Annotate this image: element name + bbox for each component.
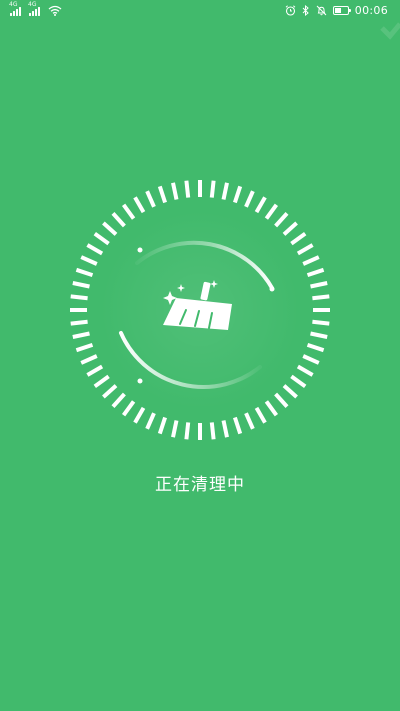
ring-tick xyxy=(157,416,167,435)
cleaning-status-text: 正在清理中 xyxy=(155,475,245,495)
ring-tick xyxy=(72,281,90,289)
ring-tick xyxy=(121,400,136,417)
ring-tick xyxy=(184,180,191,198)
ring-tick xyxy=(233,185,243,204)
ring-tick xyxy=(209,422,216,440)
ring-tick xyxy=(310,281,328,289)
ring-tick xyxy=(264,400,279,417)
ring-tick xyxy=(312,294,330,301)
ring-tick xyxy=(70,319,88,326)
cleaning-animation xyxy=(70,180,330,440)
ring-tick xyxy=(102,384,118,399)
ring-tick xyxy=(86,243,104,256)
ring-tick xyxy=(75,343,94,353)
ring-tick xyxy=(302,255,320,266)
ring-tick xyxy=(80,255,98,266)
arc-dot-bottom-left xyxy=(137,378,143,384)
ring-tick xyxy=(296,364,314,377)
ring-tick xyxy=(274,392,289,408)
ring-tick xyxy=(157,185,167,204)
ring-tick xyxy=(306,267,325,277)
cleaning-screen: 4G 4G 00:06 正在清理中 xyxy=(0,0,400,711)
ring-tick xyxy=(93,231,110,246)
ring-tick xyxy=(254,406,267,424)
ring-tick xyxy=(184,422,191,440)
ring-tick xyxy=(133,406,146,424)
ring-tick xyxy=(312,319,330,326)
ring-tick xyxy=(244,412,255,430)
ring-tick xyxy=(75,267,94,277)
ring-tick xyxy=(72,331,90,339)
ring-tick xyxy=(282,384,298,399)
ring-tick xyxy=(70,294,88,301)
ring-tick xyxy=(290,374,307,389)
ring-tick xyxy=(111,212,126,228)
ring-tick xyxy=(221,182,229,200)
ring-tick xyxy=(86,364,104,377)
ring-tick xyxy=(310,331,328,339)
ring-tick xyxy=(111,392,126,408)
ring-tick xyxy=(133,196,146,214)
ring-tick xyxy=(290,231,307,246)
ring-tick xyxy=(302,354,320,365)
ring-tick xyxy=(145,412,156,430)
ring-tick xyxy=(233,416,243,435)
ring-tick xyxy=(282,221,298,236)
ring-tick xyxy=(93,374,110,389)
ring-tick xyxy=(102,221,118,236)
ring-tick xyxy=(264,203,279,220)
arc-dot-top-left xyxy=(137,247,143,253)
ring-tick xyxy=(221,420,229,438)
ring-tick xyxy=(296,243,314,256)
ring-tick xyxy=(306,343,325,353)
ring-tick xyxy=(145,190,156,208)
ring-tick xyxy=(171,182,179,200)
ring-tick xyxy=(254,196,267,214)
ring-tick xyxy=(244,190,255,208)
arc-dot-top-right xyxy=(269,286,275,292)
ring-tick xyxy=(274,212,289,228)
ring-tick xyxy=(209,180,216,198)
ring-tick xyxy=(121,203,136,220)
ring-tick xyxy=(80,354,98,365)
ring-tick xyxy=(171,420,179,438)
